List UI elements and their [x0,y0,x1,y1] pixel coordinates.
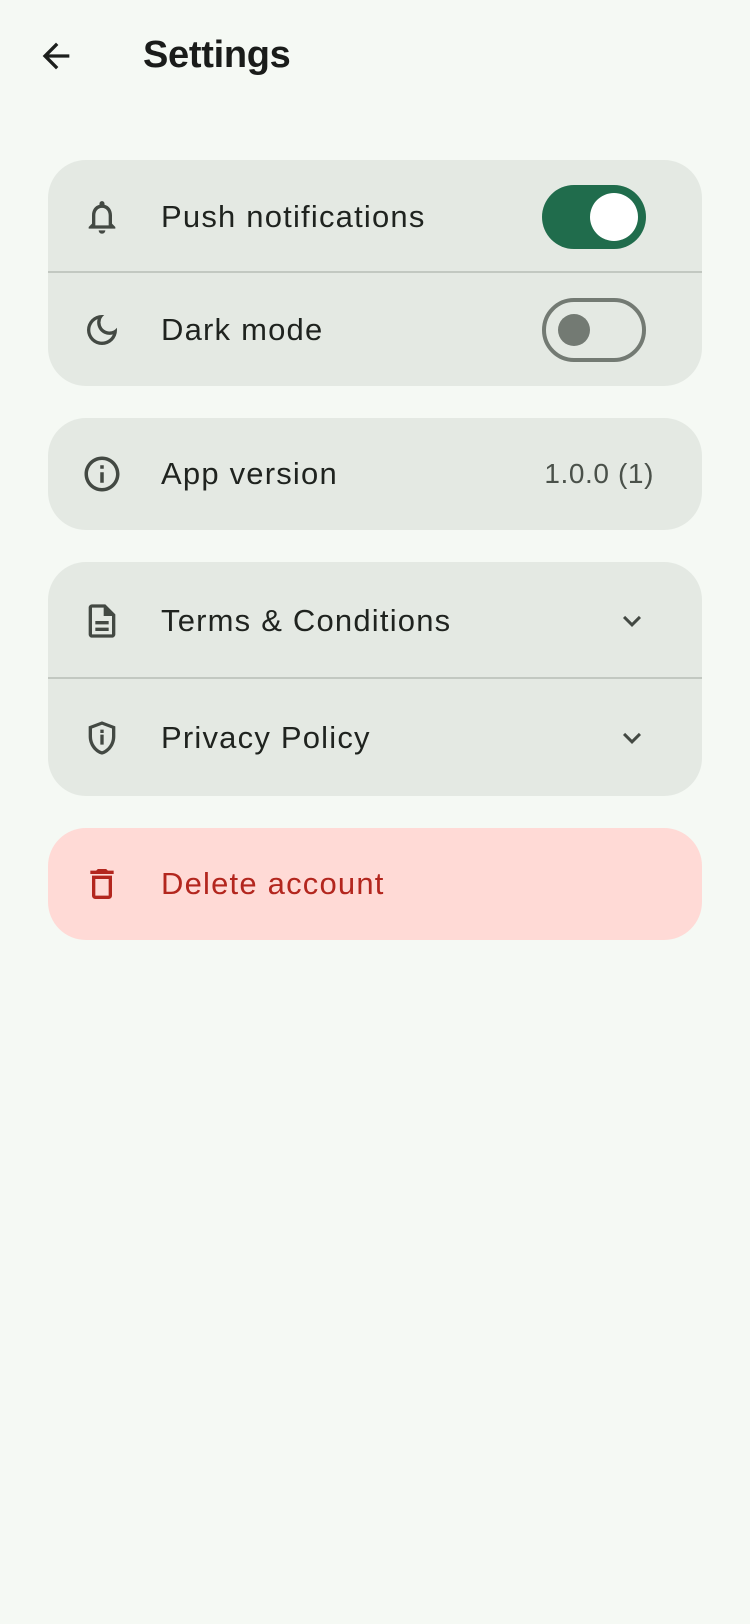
privacy-label: Privacy Policy [161,719,371,755]
shield-info-icon [80,716,124,760]
preferences-card: Push notifications Dark mode [48,160,702,386]
chevron-down-icon[interactable] [614,720,650,756]
dark-mode-row[interactable]: Dark mode [48,273,702,386]
arrow-back-icon [42,42,70,70]
delete-account-label: Delete account [161,866,385,901]
dark-mode-label: Dark mode [161,311,324,347]
app-version-label: App version [161,456,338,491]
app-bar: Settings [0,0,750,115]
about-card: App version 1.0.0 (1) [48,418,702,530]
legal-card: Terms & Conditions Privacy Policy [48,562,702,796]
privacy-row[interactable]: Privacy Policy [48,679,702,796]
document-icon [80,599,124,643]
chevron-down-icon[interactable] [614,603,650,639]
delete-account-card[interactable]: Delete account [48,828,702,940]
moon-icon [80,308,124,352]
switch-thumb [558,313,590,346]
terms-label: Terms & Conditions [161,602,452,638]
info-icon [80,452,124,496]
delete-account-row[interactable]: Delete account [48,828,702,940]
push-notifications-switch[interactable] [542,184,646,249]
settings-screen: Settings Push notifications Dark mode Ap… [0,0,750,1624]
app-version-value: 1.0.0 (1) [544,458,654,489]
bell-icon [80,195,124,239]
push-notifications-row[interactable]: Push notifications [48,160,702,273]
page-title: Settings [143,34,291,76]
push-notifications-label: Push notifications [161,198,426,234]
switch-thumb [590,192,638,241]
dark-mode-switch[interactable] [542,297,646,362]
terms-row[interactable]: Terms & Conditions [48,562,702,679]
back-button[interactable] [30,30,82,82]
trash-icon [80,862,124,906]
app-version-row: App version 1.0.0 (1) [48,418,702,530]
